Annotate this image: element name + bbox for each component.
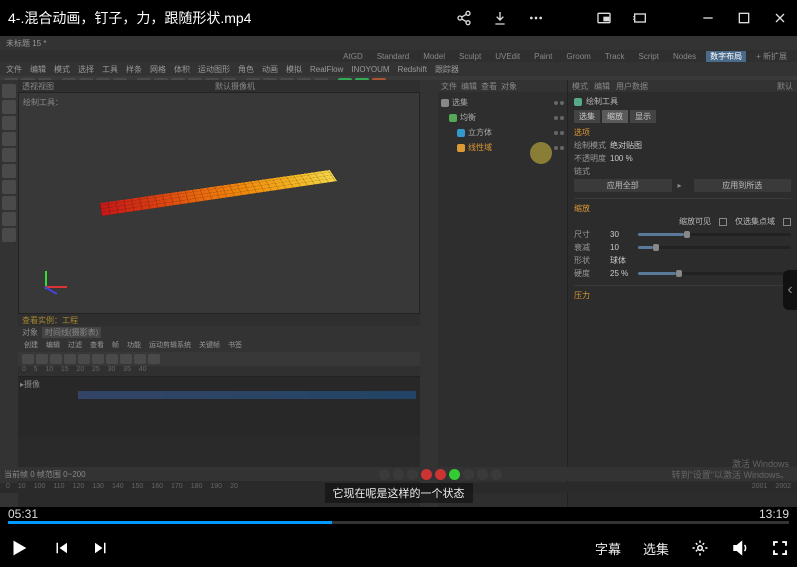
viewport-footer: 查看实例：工程	[18, 314, 420, 326]
tree-item: 选集	[441, 95, 564, 110]
viewport-header: 透视视图 默认摄像机	[18, 80, 420, 92]
video-content: 未标题 15 * AtGDStandardModelSculptUVEditPa…	[0, 36, 797, 507]
windows-activate-watermark: 激活 Windows转到"设置"以激活 Windows。	[672, 459, 789, 481]
progress-bar[interactable]	[8, 521, 789, 524]
next-button[interactable]	[92, 539, 110, 557]
section-header: 压力	[574, 290, 791, 301]
minimize-button[interactable]	[699, 9, 717, 27]
settings-icon[interactable]	[691, 539, 709, 557]
tree-item: 均衡	[441, 110, 564, 125]
compact-icon[interactable]	[631, 9, 649, 27]
viewport-tool-label: 绘制工具：	[23, 97, 63, 108]
pip-icon[interactable]	[595, 9, 613, 27]
fullscreen-icon[interactable]	[771, 539, 789, 557]
current-time: 05:31	[8, 507, 38, 521]
video-subtitle: 它现在呢是这样的一个状态	[325, 483, 473, 503]
timeline-track-label: ▸摄像	[20, 379, 70, 390]
side-drawer-handle[interactable]: ‹	[783, 270, 797, 310]
tree-item: 立方体	[441, 125, 564, 140]
episodes-button[interactable]: 选集	[643, 539, 669, 558]
video-player-controls: 05:31 13:19 字幕 选集	[0, 507, 797, 567]
c4d-viewport: 绘制工具：	[18, 92, 420, 314]
c4d-app-titlebar: 未标题 15 *	[0, 36, 797, 50]
more-icon[interactable]	[527, 9, 545, 27]
timeline-track	[78, 391, 416, 399]
volume-icon[interactable]	[731, 539, 749, 557]
props-title: 绘制工具	[574, 96, 791, 107]
axis-gizmo	[45, 271, 75, 301]
titlebar: 4-.混合动画，钉子，力，跟随形状.mp4	[0, 0, 797, 36]
props-tabs: 选集 缩放 显示	[574, 110, 791, 123]
c4d-left-toolbar	[0, 80, 18, 507]
cursor-highlight	[530, 142, 552, 164]
prop-slider-row: 尺寸30	[574, 229, 791, 240]
section-header: 缩放	[574, 203, 791, 214]
c4d-menubar: 文件编辑模式选择工具样条网格体积运动图形角色动画模拟RealFlowINOYOU…	[0, 62, 797, 76]
viewport-object	[100, 170, 366, 266]
maximize-button[interactable]	[735, 9, 753, 27]
total-time: 13:19	[759, 507, 789, 521]
properties-panel: 模式编辑用户数据默认 绘制工具 选集 缩放 显示 选项 绘制模式绝对贴图 不透明…	[568, 80, 797, 507]
subtitles-button[interactable]: 字幕	[595, 539, 621, 558]
timeline-panel: 创建编辑过滤查看帧功能运动剪辑系统关键帧书签 0 5 10 15 20 25 3…	[18, 338, 420, 507]
prev-button[interactable]	[52, 539, 70, 557]
prop-slider-row: 硬度25 %	[574, 268, 791, 279]
window-title: 4-.混合动画，钉子，力，跟随形状.mp4	[8, 8, 455, 28]
share-icon[interactable]	[455, 9, 473, 27]
play-button[interactable]	[8, 537, 30, 559]
prop-slider-row: 衰减10	[574, 242, 791, 253]
c4d-mid-toolbar	[420, 80, 438, 507]
close-button[interactable]	[771, 9, 789, 27]
prop-slider-row: 形状球体	[574, 255, 791, 266]
download-icon[interactable]	[491, 9, 509, 27]
section-header: 选项	[574, 127, 791, 138]
c4d-doc-title: 未标题 15 *	[6, 38, 46, 49]
timeline-tabs: 对象时间线(摄影表)	[18, 326, 420, 338]
c4d-layout-tabs: AtGDStandardModelSculptUVEditPaintGroomT…	[0, 50, 797, 62]
